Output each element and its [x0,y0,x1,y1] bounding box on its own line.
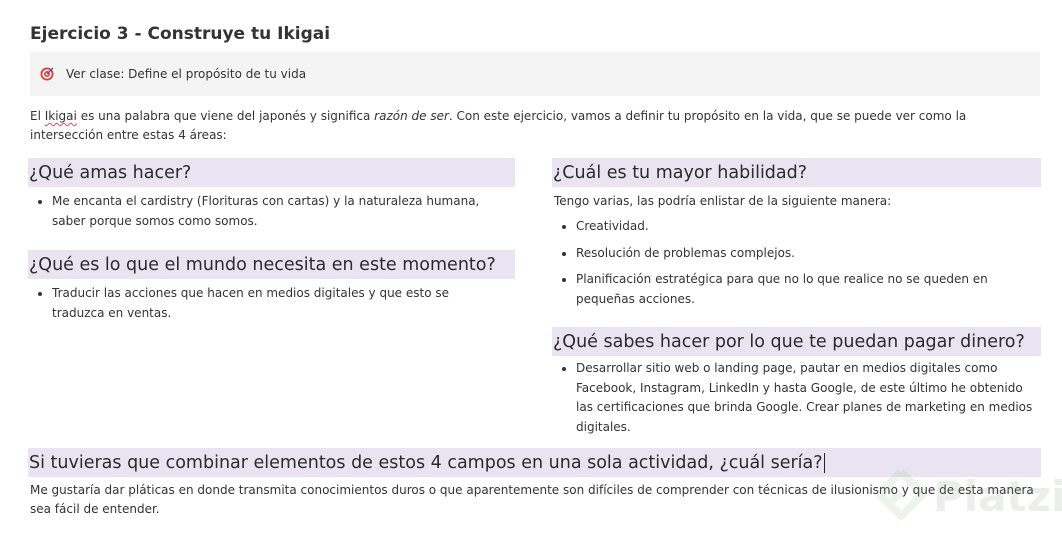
platzi-watermark-text: Platzi [933,472,1062,521]
skill-list: Creatividad. Resolución de problemas com… [554,217,1038,316]
page-title: Ejercicio 3 - Construye tu Ikigai [30,24,331,44]
lesson-link-callout[interactable]: Ver clase: Define el propósito de tu vid… [30,52,1040,96]
heading-world-needs: ¿Qué es lo que el mundo necesita en este… [28,250,515,279]
list-item: Desarrollar sitio web o landing page, pa… [554,359,1038,437]
list-item: Creatividad. [554,217,1038,237]
skill-intro: Tengo varias, las podría enlistar de la … [554,194,892,208]
world-needs-list: Traducir las acciones que hacen en medio… [30,284,500,323]
list-item: Resolución de problemas complejos. [554,244,1038,264]
heading-skill: ¿Cuál es tu mayor habilidad? [552,158,1041,187]
platzi-watermark: Platzi [875,466,1062,530]
intro-paragraph: El Ikigai es una palabra que viene del j… [30,109,967,142]
heading-paid: ¿Qué sabes hacer por lo que te puedan pa… [552,327,1041,356]
heading-love: ¿Qué amas hacer? [28,158,515,187]
list-item: Planificación estratégica para que no lo… [554,270,1038,309]
emphasis-text: razón de ser [374,109,449,123]
love-list: Me encanta el cardistry (Florituras con … [30,192,500,231]
platzi-logo-icon [875,469,927,520]
lesson-link-text[interactable]: Ver clase: Define el propósito de tu vid… [66,67,306,81]
list-item: Traducir las acciones que hacen en medio… [30,284,500,323]
text-cursor [823,453,825,473]
ikigai-word: Ikigai [44,109,77,123]
paid-list: Desarrollar sitio web o landing page, pa… [554,359,1038,437]
target-icon [40,67,54,81]
list-item: Me encanta el cardistry (Florituras con … [30,192,500,231]
